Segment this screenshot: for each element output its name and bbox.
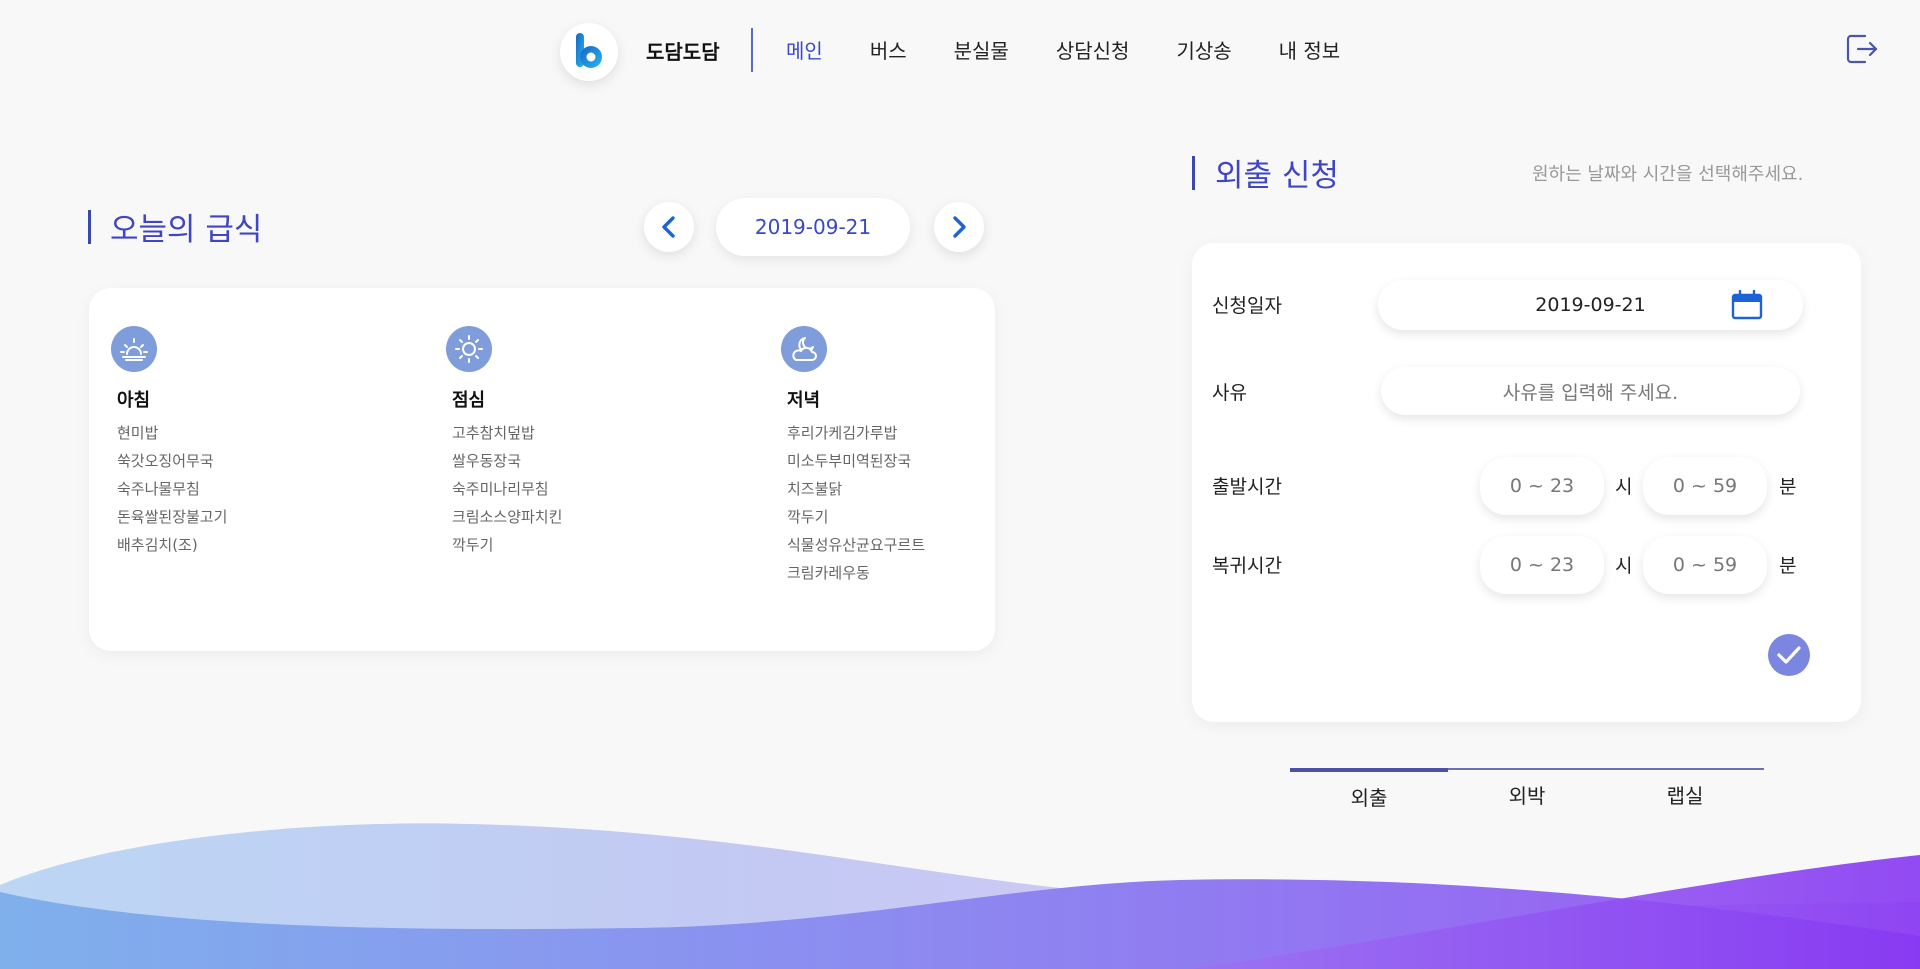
depart-time-label: 출발시간 bbox=[1212, 476, 1282, 498]
main-nav: 메인 버스 분실물 상담신청 기상송 내 정보 bbox=[786, 35, 1387, 64]
return-minute-unit: 분 bbox=[1779, 555, 1797, 577]
list-item: 돈육쌀된장불고기 bbox=[117, 508, 228, 526]
list-item: 배추김치(조) bbox=[117, 536, 198, 554]
date-label: 신청일자 bbox=[1212, 295, 1282, 317]
return-hour-input[interactable]: 0 ~ 23 bbox=[1480, 536, 1604, 594]
list-item: 숙주미나리무침 bbox=[452, 480, 549, 498]
top-header: 도담도담 메인 버스 분실물 상담신청 기상송 내 정보 bbox=[0, 0, 1920, 100]
date-value: 2019-09-21 bbox=[1535, 294, 1646, 316]
outing-section-title: 외출 신청 bbox=[1215, 158, 1339, 194]
b-logo-icon bbox=[576, 33, 602, 68]
meal-column-lunch: 점심 고추참치덮밥 쌀우동장국 숙주미나리무침 크림소스양파치킨 깍두기 bbox=[446, 326, 562, 559]
nav-item-lost-found[interactable]: 분실물 bbox=[954, 35, 1009, 64]
date-field[interactable]: 2019-09-21 bbox=[1378, 280, 1803, 330]
depart-hour-placeholder: 0 ~ 23 bbox=[1509, 475, 1575, 497]
list-item: 현미밥 bbox=[117, 424, 159, 442]
meal-column-dinner: 저녁 후리가케김가루밥 미소두부미역된장국 치즈불닭 깍두기 식물성유산균요구르… bbox=[781, 326, 925, 587]
nav-item-main[interactable]: 메인 bbox=[786, 35, 823, 64]
meal-list-dinner: 후리가케김가루밥 미소두부미역된장국 치즈불닭 깍두기 식물성유산균요구르트 크… bbox=[787, 419, 925, 587]
meal-list-lunch: 고추참치덮밥 쌀우동장국 숙주미나리무침 크림소스양파치킨 깍두기 bbox=[452, 419, 562, 559]
chevron-left-icon bbox=[662, 216, 675, 238]
list-item: 깍두기 bbox=[787, 508, 829, 526]
list-item: 쑥갓오징어무국 bbox=[117, 452, 214, 470]
decorative-wave bbox=[0, 823, 1920, 969]
list-item: 깍두기 bbox=[452, 536, 494, 554]
meal-name-breakfast: 아침 bbox=[117, 390, 151, 411]
nav-item-counseling[interactable]: 상담신청 bbox=[1056, 35, 1130, 64]
list-item: 크림카레우동 bbox=[787, 564, 870, 582]
list-item: 크림소스양파치킨 bbox=[452, 508, 563, 526]
meal-name-dinner: 저녁 bbox=[787, 390, 821, 411]
check-icon bbox=[1777, 646, 1801, 664]
return-minute-placeholder: 0 ~ 59 bbox=[1672, 554, 1738, 576]
depart-hour-unit: 시 bbox=[1615, 476, 1633, 498]
depart-minute-input[interactable]: 0 ~ 59 bbox=[1643, 457, 1767, 515]
meal-card: 아침 현미밥 쑥갓오징어무국 숙주나물무침 돈육쌀된장불고기 배추김치(조) 점… bbox=[89, 288, 995, 651]
meal-column-breakfast: 아침 현미밥 쑥갓오징어무국 숙주나물무침 돈육쌀된장불고기 배추김치(조) bbox=[111, 326, 227, 559]
moon-cloud-icon bbox=[781, 326, 827, 372]
sun-icon bbox=[446, 326, 492, 372]
list-item: 고추참치덮밥 bbox=[452, 424, 535, 442]
outing-form-card: 신청일자 2019-09-21 사유 사유를 입력해 주세요. 출발시간 0 ~… bbox=[1192, 243, 1861, 722]
list-item: 후리가케김가루밥 bbox=[787, 424, 898, 442]
list-item: 미소두부미역된장국 bbox=[787, 452, 912, 470]
return-minute-input[interactable]: 0 ~ 59 bbox=[1643, 536, 1767, 594]
outing-hint-text: 원하는 날짜와 시간을 선택해주세요. bbox=[1532, 164, 1804, 185]
list-item: 치즈불닭 bbox=[787, 480, 843, 498]
list-item: 쌀우동장국 bbox=[452, 452, 522, 470]
meal-title-bar bbox=[88, 210, 91, 244]
brand-name: 도담도담 bbox=[646, 40, 720, 64]
next-date-button[interactable] bbox=[934, 202, 984, 252]
return-hour-unit: 시 bbox=[1615, 555, 1633, 577]
prev-date-button[interactable] bbox=[644, 202, 694, 252]
logout-icon[interactable] bbox=[1845, 32, 1879, 66]
reason-label: 사유 bbox=[1212, 382, 1247, 404]
nav-divider bbox=[751, 28, 753, 72]
meal-list-breakfast: 현미밥 쑥갓오징어무국 숙주나물무침 돈육쌀된장불고기 배추김치(조) bbox=[117, 419, 227, 559]
depart-hour-input[interactable]: 0 ~ 23 bbox=[1480, 457, 1604, 515]
meal-date-display[interactable]: 2019-09-21 bbox=[716, 198, 910, 256]
reason-input[interactable]: 사유를 입력해 주세요. bbox=[1381, 367, 1800, 415]
return-time-label: 복귀시간 bbox=[1212, 555, 1282, 577]
list-item: 식물성유산균요구르트 bbox=[787, 536, 926, 554]
tabs-active-indicator bbox=[1290, 768, 1448, 772]
return-hour-placeholder: 0 ~ 23 bbox=[1509, 554, 1575, 576]
meal-section-title: 오늘의 급식 bbox=[110, 212, 263, 248]
sunrise-icon bbox=[111, 326, 157, 372]
chevron-right-icon bbox=[953, 216, 966, 238]
meal-name-lunch: 점심 bbox=[452, 390, 486, 411]
depart-minute-placeholder: 0 ~ 59 bbox=[1672, 475, 1738, 497]
nav-item-bus[interactable]: 버스 bbox=[870, 35, 907, 64]
depart-minute-unit: 분 bbox=[1779, 476, 1797, 498]
reason-placeholder: 사유를 입력해 주세요. bbox=[1502, 381, 1679, 404]
list-item: 숙주나물무침 bbox=[117, 480, 200, 498]
nav-item-wakeup-song[interactable]: 기상송 bbox=[1176, 35, 1231, 64]
nav-item-my-info[interactable]: 내 정보 bbox=[1279, 35, 1341, 64]
app-logo[interactable] bbox=[560, 23, 618, 81]
outing-title-bar bbox=[1192, 156, 1195, 190]
submit-button[interactable] bbox=[1768, 634, 1810, 676]
calendar-icon[interactable] bbox=[1731, 290, 1763, 320]
